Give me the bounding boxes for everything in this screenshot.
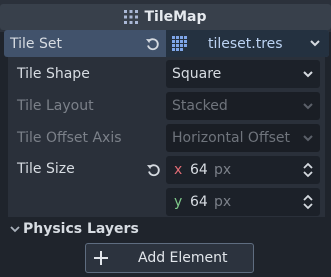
plus-icon <box>94 251 108 265</box>
tile-set-row[interactable]: Tile Set tileset.tres <box>4 30 329 57</box>
chevron-down-icon <box>296 124 320 152</box>
revert-icon[interactable] <box>146 162 161 177</box>
tile-set-value: tileset.tres <box>208 35 283 52</box>
revert-icon[interactable] <box>145 36 160 51</box>
inspector-header-bar: TileMap <box>0 4 331 30</box>
tile-size-y-unit: px <box>214 194 232 210</box>
tile-offset-axis-select: Horizontal Offset <box>166 124 320 152</box>
tileset-grid-icon <box>172 36 187 51</box>
chevron-down-icon <box>296 60 320 88</box>
tile-shape-value: Square <box>172 66 222 82</box>
tile-size-x-value: 64 <box>190 162 208 178</box>
physics-layers-section[interactable]: Physics Layers <box>10 218 139 240</box>
tile-shape-label: Tile Shape <box>17 66 90 82</box>
physics-layers-label: Physics Layers <box>23 221 139 237</box>
spin-arrows-icon[interactable] <box>296 156 320 184</box>
tile-layout-select: Stacked <box>166 92 320 120</box>
tile-size-label: Tile Size <box>17 161 75 177</box>
add-element-label: Add Element <box>138 250 228 266</box>
tile-offset-axis-value: Horizontal Offset <box>172 130 290 146</box>
add-element-button[interactable]: Add Element <box>85 243 254 273</box>
tile-layout-label: Tile Layout <box>17 98 94 114</box>
tile-size-x-spinbox[interactable]: x 64 px <box>166 156 320 184</box>
tile-shape-select[interactable]: Square <box>166 60 320 88</box>
chevron-down-icon <box>296 92 320 120</box>
tile-set-label: Tile Set <box>10 35 62 52</box>
tile-offset-axis-label: Tile Offset Axis <box>17 130 122 146</box>
tilemap-grid-icon <box>124 10 139 24</box>
chevron-down-icon <box>10 225 20 233</box>
x-axis-label: x <box>174 162 183 178</box>
tile-size-x-unit: px <box>214 162 232 178</box>
spin-arrows-icon[interactable] <box>296 188 320 216</box>
chevron-down-icon[interactable] <box>309 35 321 51</box>
tile-layout-value: Stacked <box>172 98 228 114</box>
inspector-header: TileMap <box>0 0 331 32</box>
inspector-title: TileMap <box>144 9 207 25</box>
y-axis-label: y <box>174 194 183 210</box>
tile-size-y-value: 64 <box>190 194 208 210</box>
tile-set-resource-picker[interactable]: tileset.tres <box>166 30 329 57</box>
tile-size-y-spinbox[interactable]: y 64 px <box>166 188 320 216</box>
